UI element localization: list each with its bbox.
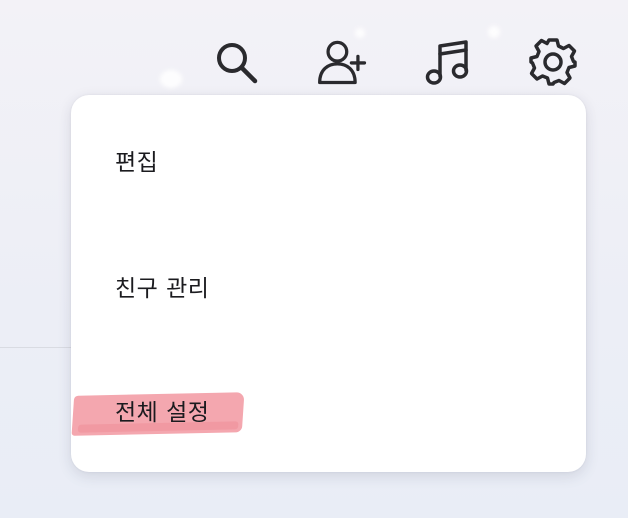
- menu-item-label: 전체 설정: [115, 400, 210, 426]
- music-button[interactable]: [420, 34, 476, 90]
- menu-item-manage-friends[interactable]: 친구 관리: [71, 256, 586, 316]
- menu-item-label: 친구 관리: [115, 276, 210, 302]
- music-icon: [425, 40, 469, 85]
- add-friend-button[interactable]: [315, 34, 371, 90]
- search-button[interactable]: [208, 34, 264, 90]
- top-toolbar: [0, 30, 628, 94]
- dropdown-menu: 편집 친구 관리 전체 설정: [71, 95, 586, 472]
- menu-item-edit[interactable]: 편집: [71, 130, 586, 190]
- menu-item-label: 편집: [115, 150, 159, 176]
- background-divider: [0, 347, 80, 348]
- menu-item-all-settings[interactable]: 전체 설정: [71, 380, 586, 440]
- add-friend-icon: [318, 40, 367, 85]
- search-icon: [217, 43, 258, 84]
- settings-icon: [529, 38, 577, 86]
- settings-button[interactable]: [525, 34, 581, 90]
